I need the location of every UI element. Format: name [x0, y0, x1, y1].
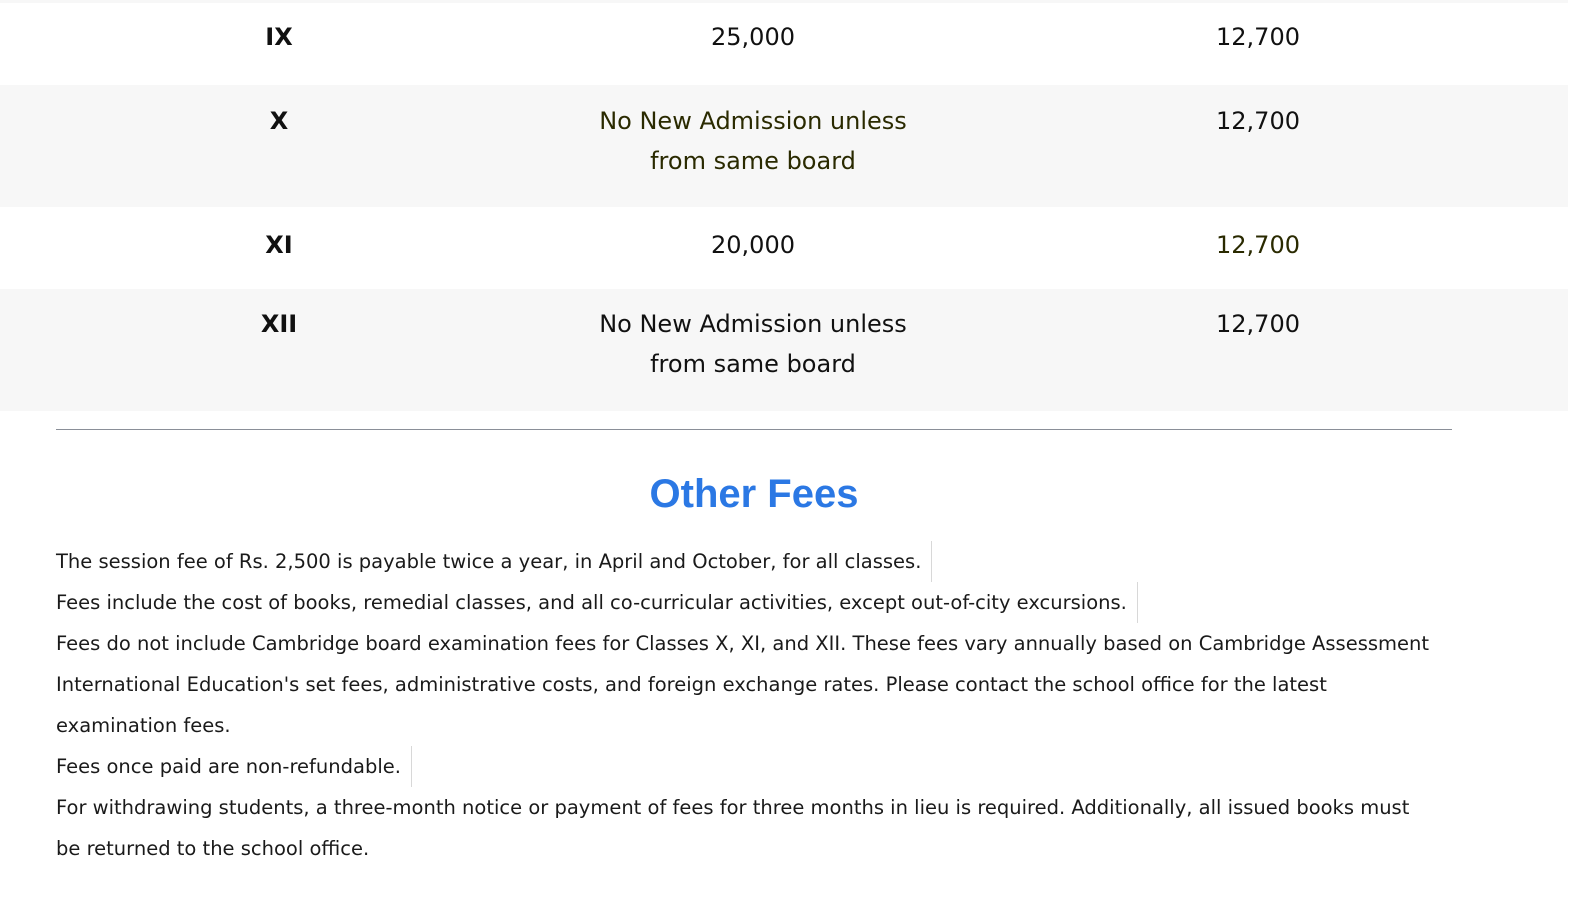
class-cell: IX: [265, 23, 293, 51]
other-fees-notes: The session fee of Rs. 2,500 is payable …: [56, 541, 1436, 869]
list-item: Fees include the cost of books, remedial…: [56, 582, 1436, 623]
monthly-fee-cell: 12,700: [1216, 107, 1300, 135]
list-item: The session fee of Rs. 2,500 is payable …: [56, 541, 1436, 582]
table-row-xi: XI 20,000 12,700: [0, 207, 1568, 289]
monthly-fee-cell: 12,700: [1216, 231, 1300, 259]
admission-fee-cell: No New Admission unless from same board: [599, 107, 907, 175]
other-fees-title: Other Fees: [649, 472, 859, 516]
list-item: Fees once paid are non-refundable.: [56, 746, 1436, 787]
section-divider: [56, 429, 1452, 430]
note-text: For withdrawing students, a three-month …: [56, 796, 1410, 860]
admission-fee-cell: 25,000: [711, 23, 795, 51]
admission-fee-cell: 20,000: [711, 231, 795, 259]
monthly-fee-cell: 12,700: [1216, 23, 1300, 51]
note-text: Fees include the cost of books, remedial…: [56, 582, 1138, 623]
table-row-x: X No New Admission unless from same boar…: [0, 85, 1568, 207]
table-row-xii: XII No New Admission unless from same bo…: [0, 289, 1568, 411]
table-row-ix: IX 25,000 12,700: [0, 3, 1568, 85]
list-item: For withdrawing students, a three-month …: [56, 787, 1436, 869]
admission-fee-cell: No New Admission unless from same board: [599, 310, 907, 378]
monthly-fee-cell: 12,700: [1216, 310, 1300, 338]
fee-table: IX 25,000 12,700 X No New Admission unle…: [0, 3, 1568, 411]
class-cell: XI: [265, 231, 293, 259]
note-text: The session fee of Rs. 2,500 is payable …: [56, 541, 933, 582]
note-text: Fees do not include Cambridge board exam…: [56, 632, 1430, 737]
list-item: Fees do not include Cambridge board exam…: [56, 623, 1436, 746]
class-cell: X: [269, 107, 289, 135]
note-text: Fees once paid are non-refundable.: [56, 746, 412, 787]
class-cell: XII: [260, 310, 298, 338]
